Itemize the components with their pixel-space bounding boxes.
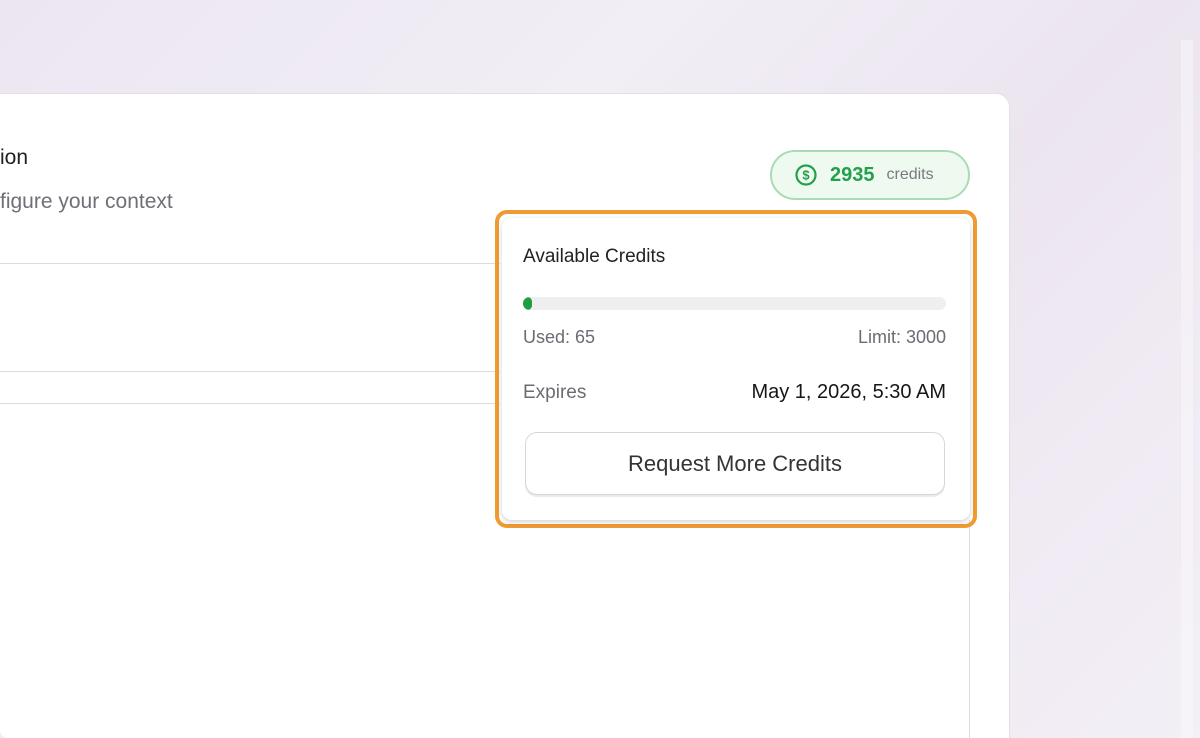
credits-popover: Available Credits Used: 65 Limit: 3000 E… (502, 218, 970, 520)
popover-title: Available Credits (523, 246, 666, 267)
request-more-credits-button[interactable]: Request More Credits (525, 432, 945, 495)
section-divider (0, 403, 500, 404)
credit-limit: Limit: 3000 (857, 327, 946, 347)
expires-value: May 1, 2026, 5:30 AM (751, 381, 946, 403)
section-divider (0, 371, 500, 372)
dollar-circle-icon: $ (795, 164, 817, 186)
credits-unit: credits (886, 166, 934, 183)
expires-label: Expires (523, 382, 587, 403)
credits-value: 2935 (830, 163, 875, 186)
credits-progress-fill (523, 297, 533, 310)
section-divider (0, 263, 500, 264)
credits-badge[interactable]: $ 2935 credits (770, 150, 970, 200)
used-credits: Used: 65 (523, 327, 596, 347)
svg-text:$: $ (802, 168, 810, 183)
page-scrollbar[interactable] (1181, 40, 1193, 738)
credits-progress-bar (523, 297, 946, 310)
app-window: ion figure your context $ 2935 credits A… (0, 0, 1200, 738)
page-subtitle: figure your context (0, 190, 173, 213)
page-title: ion (0, 146, 29, 169)
panel-border (969, 520, 970, 738)
